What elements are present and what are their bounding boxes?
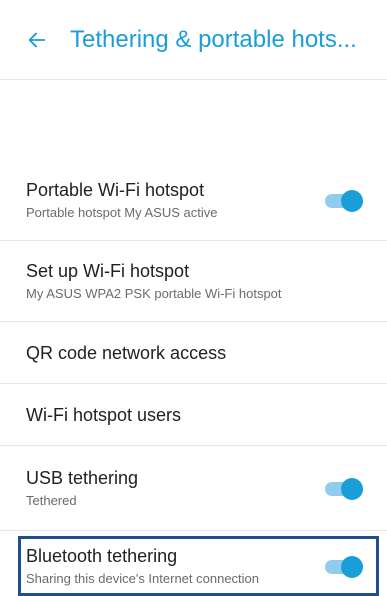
toggle-thumb	[341, 190, 363, 212]
toggle-thumb	[341, 478, 363, 500]
page-title: Tethering & portable hots...	[70, 25, 357, 53]
setting-portable-wifi-hotspot[interactable]: Portable Wi-Fi hotspot Portable hotspot …	[0, 160, 387, 240]
app-bar: Tethering & portable hots...	[0, 0, 387, 80]
divider	[0, 530, 387, 531]
setting-title: USB tethering	[26, 467, 139, 488]
setting-subtitle: Portable hotspot My ASUS active	[26, 204, 218, 220]
setting-subtitle: Tethered	[26, 492, 77, 508]
setting-setup-wifi-hotspot[interactable]: Set up Wi-Fi hotspot My ASUS WPA2 PSK po…	[0, 241, 387, 321]
setting-title: Wi-Fi hotspot users	[26, 404, 182, 425]
setting-subtitle: My ASUS WPA2 PSK portable Wi-Fi hotspot	[26, 285, 282, 301]
setting-qr-code-network-access[interactable]: QR code network access	[0, 322, 387, 383]
arrow-left-icon[interactable]	[26, 29, 48, 51]
portable-wifi-hotspot-toggle[interactable]	[323, 189, 363, 212]
setting-title: Portable Wi-Fi hotspot	[26, 179, 205, 200]
tethering-settings-screen: Tethering & portable hots... Portable Wi…	[0, 0, 387, 596]
setting-usb-tethering[interactable]: USB tethering Tethered	[0, 446, 387, 530]
usb-tethering-toggle[interactable]	[323, 477, 363, 500]
highlight-box	[18, 536, 379, 596]
setting-title: QR code network access	[26, 342, 227, 363]
setting-wifi-hotspot-users[interactable]: Wi-Fi hotspot users	[0, 384, 387, 445]
setting-title: Set up Wi-Fi hotspot	[26, 260, 190, 281]
